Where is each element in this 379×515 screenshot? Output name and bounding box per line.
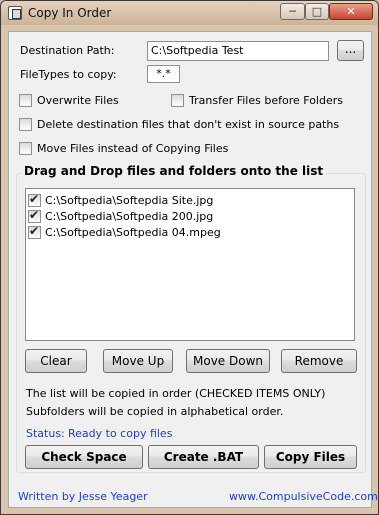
transfer-files-before-folders-label[interactable]: Transfer Files before Folders <box>189 94 343 107</box>
list-item-checkbox[interactable] <box>28 224 41 239</box>
remove-button[interactable]: Remove <box>281 349 357 373</box>
delete-destination-label[interactable]: Delete destination files that don't exis… <box>37 118 339 131</box>
copy-files-button[interactable]: Copy Files <box>264 445 357 469</box>
move-down-button[interactable]: Move Down <box>186 349 270 373</box>
create-bat-button[interactable]: Create .BAT <box>148 445 259 469</box>
list-item-checkbox[interactable] <box>28 192 41 207</box>
website-link[interactable]: www.CompulsiveCode.com <box>229 490 378 503</box>
status-label: Status: <box>26 427 65 440</box>
maximize-button[interactable]: □ <box>305 3 329 20</box>
copy-order-note: The list will be copied in order (CHECKE… <box>26 387 326 400</box>
move-files-checkbox[interactable] <box>19 142 32 155</box>
check-space-button[interactable]: Check Space <box>25 445 143 469</box>
close-button[interactable]: ✕ <box>329 3 373 20</box>
title-bar[interactable]: Copy In Order ─ □ ✕ <box>1 1 378 25</box>
destination-path-label: Destination Path: <box>20 44 115 57</box>
status-value: Ready to copy files <box>68 427 173 440</box>
list-item[interactable]: C:\Softpedia\Softpedia 200.jpg <box>28 208 348 225</box>
filetypes-input[interactable]: *.* <box>147 65 180 83</box>
destination-path-input[interactable]: C:\Softpedia Test <box>147 41 329 61</box>
clear-button[interactable]: Clear <box>25 349 87 373</box>
list-item[interactable]: C:\Softpedia\Softepdia Site.jpg <box>28 192 348 209</box>
file-list[interactable]: C:\Softpedia\Softepdia Site.jpg C:\Softp… <box>25 188 355 341</box>
move-up-button[interactable]: Move Up <box>103 349 173 373</box>
app-icon <box>8 6 22 20</box>
window-title: Copy In Order <box>28 6 112 20</box>
subfolder-note: Subfolders will be copied in alphabetica… <box>26 405 284 418</box>
overwrite-files-label[interactable]: Overwrite Files <box>37 94 119 107</box>
browse-button[interactable]: ... <box>337 40 364 61</box>
filetypes-label: FileTypes to copy: <box>20 68 117 81</box>
list-item[interactable]: C:\Softpedia\Softpedia 04.mpeg <box>28 224 348 241</box>
app-window: Copy In Order ─ □ ✕ Destination Path: C:… <box>0 0 379 515</box>
move-files-label[interactable]: Move Files instead of Copying Files <box>37 142 228 155</box>
minimize-button[interactable]: ─ <box>280 3 305 20</box>
main-panel: Destination Path: C:\Softpedia Test ... … <box>8 31 378 508</box>
list-item-path: C:\Softpedia\Softpedia 04.mpeg <box>45 226 221 239</box>
list-item-checkbox[interactable] <box>28 208 41 223</box>
delete-destination-checkbox[interactable] <box>19 118 32 131</box>
transfer-files-before-folders-checkbox[interactable] <box>171 94 184 107</box>
list-item-path: C:\Softpedia\Softepdia Site.jpg <box>45 194 214 207</box>
drop-group-title: Drag and Drop files and folders onto the… <box>21 164 327 178</box>
list-item-path: C:\Softpedia\Softpedia 200.jpg <box>45 210 214 223</box>
author-link[interactable]: Written by Jesse Yeager <box>18 490 148 503</box>
overwrite-files-checkbox[interactable] <box>19 94 32 107</box>
